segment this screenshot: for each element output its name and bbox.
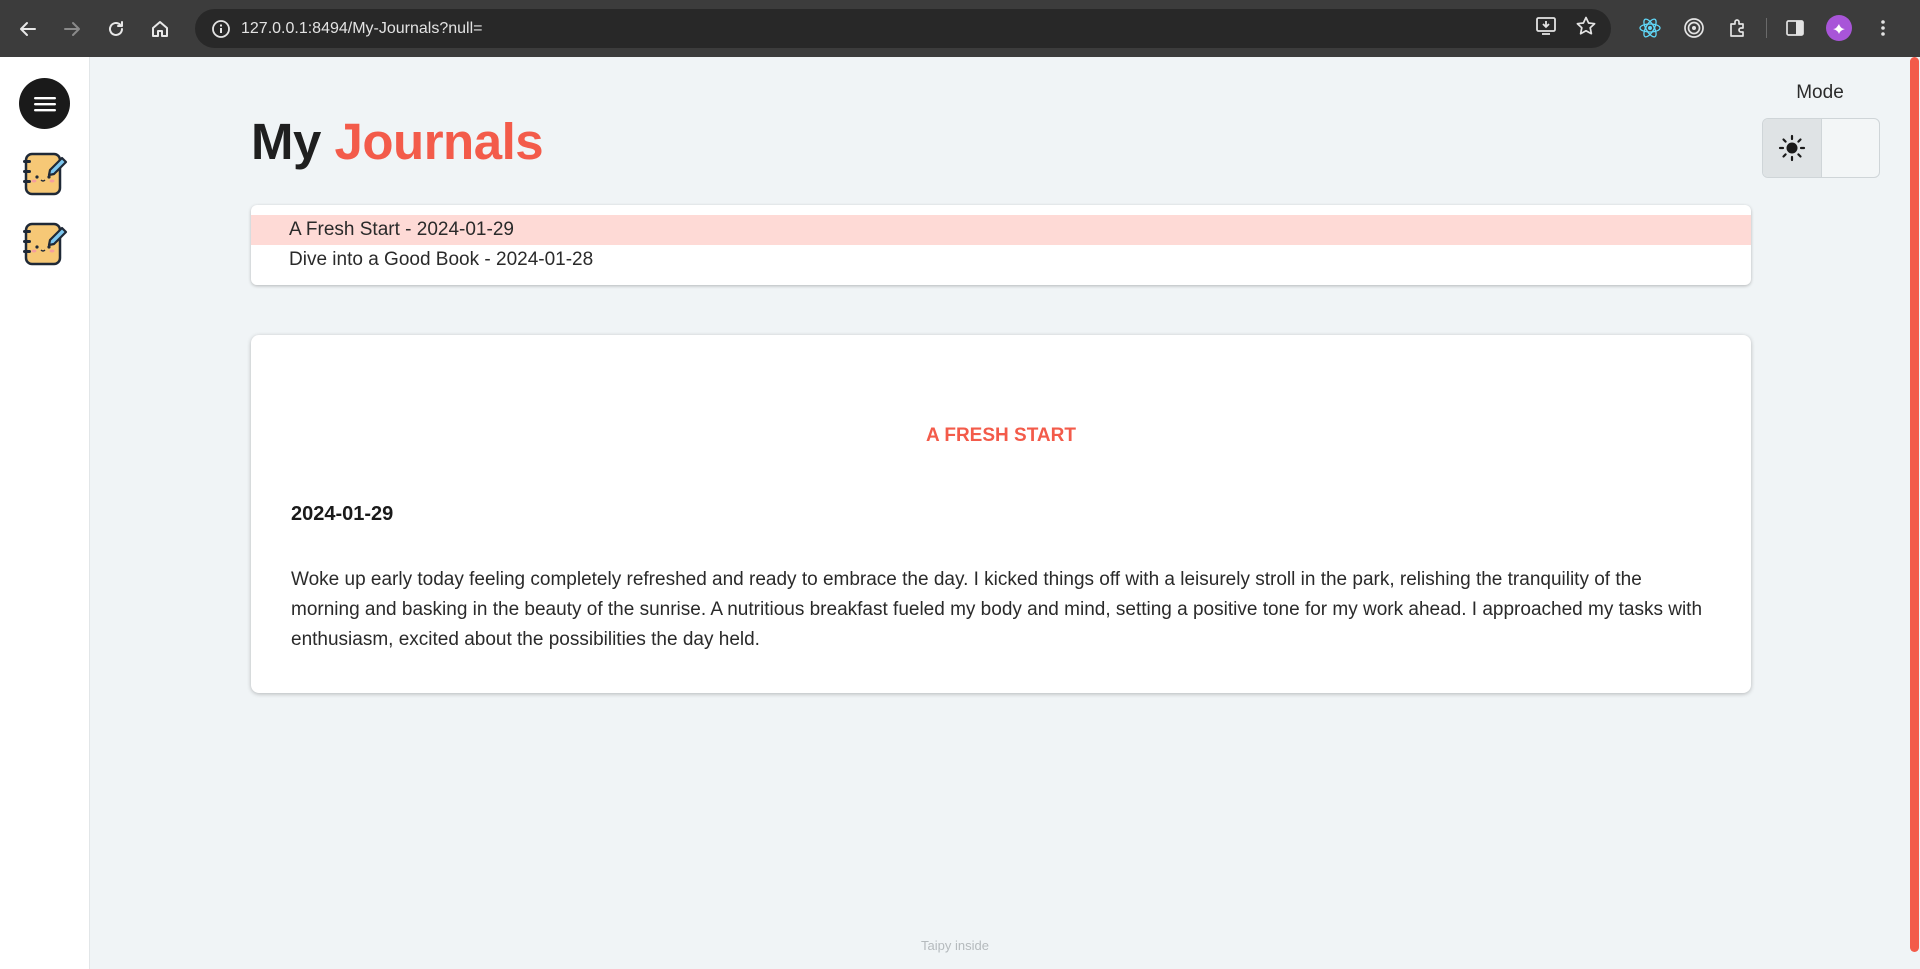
react-devtools-button[interactable] [1628,6,1672,50]
toolbar-separator [1766,18,1767,38]
journal-entry-list: A Fresh Start - 2024-01-29 Dive into a G… [251,205,1751,285]
target-icon [1684,18,1704,38]
star-icon [1576,16,1596,35]
list-item[interactable]: Dive into a Good Book - 2024-01-28 [251,245,1751,275]
forward-button[interactable] [50,7,94,51]
mode-toggle [1762,118,1880,178]
kebab-menu-icon [1881,20,1885,36]
install-icon [1536,17,1556,35]
avatar [1826,15,1852,41]
browser-toolbar: 127.0.0.1:8494/My-Journals?null= [0,0,1920,57]
menu-button[interactable] [19,78,70,129]
notebook-icon[interactable] [20,218,68,268]
notebook-icon[interactable] [20,148,68,198]
list-item[interactable]: A Fresh Start - 2024-01-29 [251,215,1751,245]
mode-label: Mode [1796,82,1844,103]
page-title: My Journals [251,112,544,171]
entry-title: A FRESH START [926,425,1076,446]
target-extension-button[interactable] [1672,6,1716,50]
profile-button[interactable] [1817,6,1861,50]
puzzle-icon [1730,19,1744,37]
title-prefix: My [251,113,321,170]
entry-date: 2024-01-29 [291,503,394,525]
scrollbar-thumb[interactable] [1910,57,1919,952]
react-icon [1639,18,1661,38]
install-app-button[interactable] [1535,15,1557,42]
dark-mode-button[interactable] [1822,119,1880,177]
browser-menu-button[interactable] [1861,6,1905,50]
sidebar [0,57,90,969]
url-text[interactable]: 127.0.0.1:8494/My-Journals?null= [241,20,483,38]
journal-entry-card: A FRESH START 2024-01-29 Woke up early t… [251,335,1751,693]
site-info-button[interactable] [201,9,241,48]
reload-icon [109,20,123,36]
back-button[interactable] [6,7,50,51]
arrow-left-icon [20,21,36,36]
home-icon [152,20,168,37]
reload-button[interactable] [94,7,138,51]
side-panel-icon [1786,20,1804,36]
footer-text: Taipy inside [921,938,989,953]
arrow-right-icon [64,21,80,36]
home-button[interactable] [138,7,182,51]
address-bar[interactable]: 127.0.0.1:8494/My-Journals?null= [195,9,1611,48]
title-accent: Journals [334,113,544,170]
bird-icon [1833,24,1845,34]
entry-body: Woke up early today feeling completely r… [291,569,1703,650]
bookmark-button[interactable] [1575,15,1597,42]
hamburger-icon [33,96,56,111]
moon-icon [1847,137,1859,159]
light-mode-button[interactable] [1763,119,1822,177]
extensions-button[interactable] [1716,6,1760,50]
sun-icon [1778,134,1805,162]
extensions-area [1628,6,1905,50]
side-panel-button[interactable] [1773,6,1817,50]
info-icon [212,19,230,38]
